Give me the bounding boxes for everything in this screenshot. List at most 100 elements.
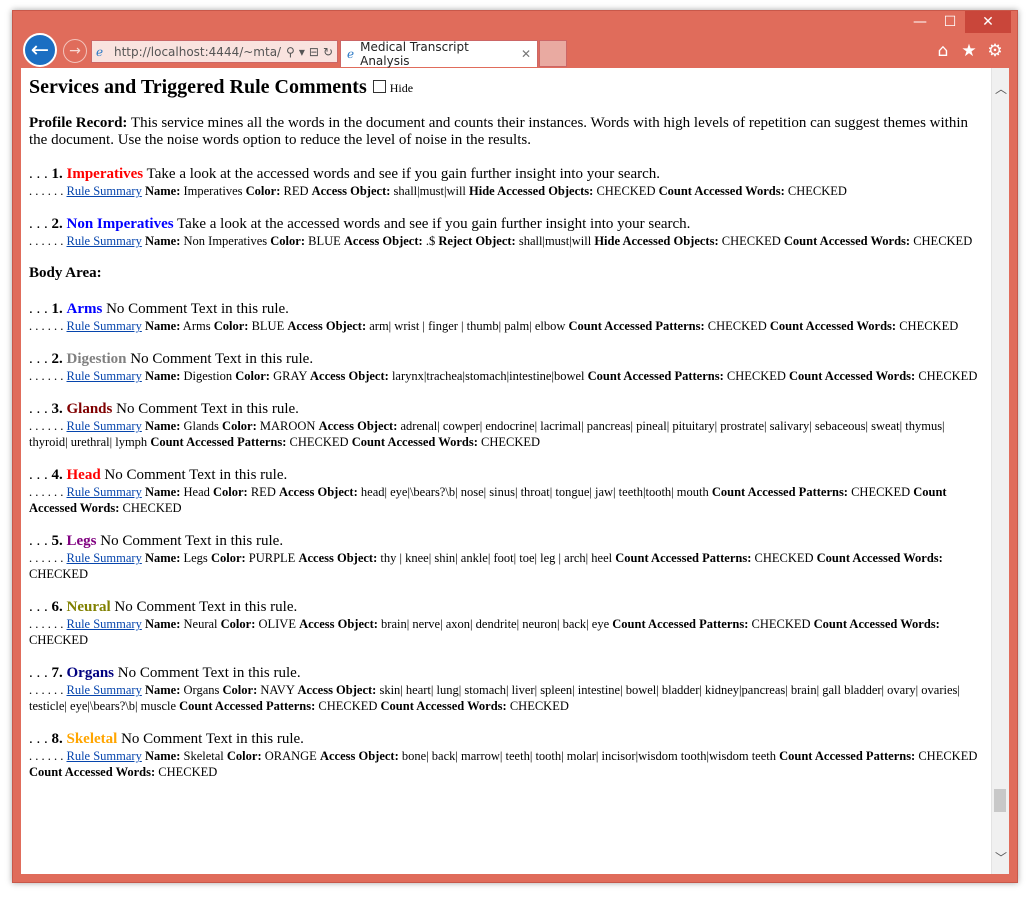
detail-label: Hide Accessed Objects: bbox=[594, 234, 719, 248]
rule-name: Neural bbox=[66, 599, 111, 615]
ie-logo-icon: ℯ bbox=[96, 44, 104, 59]
rule-detail: . . . . . . Rule Summary Name: Legs Colo… bbox=[29, 550, 983, 582]
detail-value: CHECKED bbox=[286, 435, 352, 449]
detail-label: Count Accessed Patterns: bbox=[612, 617, 749, 631]
tab-close-icon[interactable]: ✕ bbox=[521, 47, 531, 61]
detail-prefix: . . . . . . bbox=[29, 234, 67, 248]
detail-label: Name: bbox=[144, 749, 181, 763]
compat-view-icon[interactable]: ⊟ bbox=[309, 45, 319, 59]
detail-value: PURPLE bbox=[245, 551, 299, 565]
rule-summary-link[interactable]: Rule Summary bbox=[67, 234, 142, 248]
detail-label: Name: bbox=[144, 234, 181, 248]
detail-value: BLUE bbox=[305, 234, 344, 248]
search-icon[interactable]: ⚲ bbox=[286, 45, 295, 59]
ie-tab-icon: ℯ bbox=[347, 47, 355, 61]
detail-label: Count Accessed Words: bbox=[351, 435, 478, 449]
rule-detail: . . . . . . Rule Summary Name: Skeletal … bbox=[29, 748, 983, 780]
detail-label: Count Accessed Words: bbox=[816, 551, 943, 565]
rule-prefix: . . . bbox=[29, 533, 52, 549]
page-title: Services and Triggered Rule Comments Hide bbox=[29, 76, 983, 99]
back-icon[interactable]: ← bbox=[23, 33, 57, 67]
detail-label: Access Object: bbox=[318, 419, 398, 433]
detail-value: head| eye|\bears?\b| nose| sinus| throat… bbox=[357, 485, 712, 499]
rule-summary-link[interactable]: Rule Summary bbox=[67, 617, 142, 631]
dropdown-icon[interactable]: ▾ bbox=[299, 45, 305, 59]
detail-value: bone| back| marrow| teeth| tooth| molar|… bbox=[398, 749, 780, 763]
rule-summary-link[interactable]: Rule Summary bbox=[67, 319, 142, 333]
detail-value: CHECKED bbox=[748, 617, 814, 631]
detail-label: Name: bbox=[144, 419, 181, 433]
favorites-icon[interactable]: ★ bbox=[959, 41, 979, 61]
profile-description: This service mines all the words in the … bbox=[29, 115, 969, 148]
detail-value: NAVY bbox=[257, 683, 298, 697]
rule-number: 2. bbox=[51, 216, 63, 232]
close-window-button[interactable]: ✕ bbox=[965, 11, 1011, 33]
rule-prefix: . . . bbox=[29, 216, 52, 232]
detail-value: CHECKED bbox=[910, 234, 973, 248]
rule-prefix: . . . bbox=[29, 665, 52, 681]
maximize-button[interactable]: ☐ bbox=[935, 11, 965, 33]
detail-value: CHECKED bbox=[704, 319, 770, 333]
rule-comment: No Comment Text in this rule. bbox=[112, 401, 299, 417]
new-tab-button[interactable] bbox=[539, 40, 567, 67]
detail-value: CHECKED bbox=[477, 435, 541, 449]
rule-summary-link[interactable]: Rule Summary bbox=[67, 419, 142, 433]
detail-value: RED bbox=[247, 485, 279, 499]
settings-icon[interactable]: ⚙ bbox=[985, 41, 1005, 61]
home-icon[interactable]: ⌂ bbox=[933, 41, 953, 61]
rule-summary-link[interactable]: Rule Summary bbox=[67, 485, 142, 499]
scrollbar-thumb[interactable] bbox=[994, 789, 1006, 812]
address-bar[interactable]: ℯ http://localhost:4444/~mta/ ⚲ ▾ ⊟ ↻ bbox=[91, 40, 338, 63]
detail-prefix: . . . . . . bbox=[29, 369, 67, 383]
rule-summary-link[interactable]: Rule Summary bbox=[67, 749, 142, 763]
hide-checkbox[interactable] bbox=[372, 79, 386, 93]
rule-detail: . . . . . . Rule Summary Name: Non Imper… bbox=[29, 233, 983, 249]
detail-value: CHECKED bbox=[29, 633, 89, 647]
detail-value: .$ bbox=[422, 234, 439, 248]
forward-icon[interactable]: → bbox=[63, 39, 87, 63]
refresh-icon[interactable]: ↻ bbox=[323, 45, 333, 59]
vertical-scrollbar[interactable]: ︿ ﹀ bbox=[991, 68, 1009, 874]
browser-tab[interactable]: ℯ Medical Transcript Analysis ✕ bbox=[340, 40, 538, 68]
detail-label: Count Accessed Words: bbox=[783, 234, 911, 248]
rule-summary-link[interactable]: Rule Summary bbox=[67, 551, 142, 565]
rule-title: . . . 4. Head No Comment Text in this ru… bbox=[29, 466, 983, 484]
rule-name: Glands bbox=[66, 401, 113, 417]
detail-label: Count Accessed Words: bbox=[29, 765, 156, 779]
detail-value: CHECKED bbox=[506, 699, 569, 713]
address-text[interactable]: http://localhost:4444/~mta/ bbox=[114, 45, 286, 59]
detail-value: larynx|trachea|stomach|intestine|bowel bbox=[388, 369, 588, 383]
detail-value: CHECKED bbox=[29, 567, 89, 581]
detail-label: Reject Object: bbox=[438, 234, 516, 248]
rule-number: 5. bbox=[51, 533, 63, 549]
rule-summary-link[interactable]: Rule Summary bbox=[67, 184, 142, 198]
detail-value: CHECKED bbox=[315, 699, 381, 713]
detail-value: Digestion bbox=[180, 369, 236, 383]
detail-prefix: . . . . . . bbox=[29, 617, 67, 631]
detail-prefix: . . . . . . bbox=[29, 551, 67, 565]
detail-label: Access Object: bbox=[297, 683, 377, 697]
page-content: Services and Triggered Rule Comments Hide… bbox=[21, 68, 991, 874]
detail-label: Count Accessed Patterns: bbox=[587, 369, 724, 383]
scroll-up-icon[interactable]: ︿ bbox=[995, 80, 1007, 97]
rule-title: . . . 2. Digestion No Comment Text in th… bbox=[29, 350, 983, 368]
scroll-down-icon[interactable]: ﹀ bbox=[995, 849, 1007, 866]
detail-value: OLIVE bbox=[255, 617, 300, 631]
rule-summary-link[interactable]: Rule Summary bbox=[67, 369, 142, 383]
detail-label: Name: bbox=[144, 551, 181, 565]
detail-value: Arms bbox=[180, 319, 214, 333]
detail-label: Color: bbox=[222, 683, 258, 697]
detail-label: Color: bbox=[245, 184, 281, 198]
minimize-button[interactable]: — bbox=[905, 11, 935, 33]
detail-label: Color: bbox=[235, 369, 270, 383]
detail-value: ORANGE bbox=[261, 749, 320, 763]
rule-comment: No Comment Text in this rule. bbox=[110, 599, 298, 615]
detail-label: Name: bbox=[144, 184, 181, 198]
detail-label: Access Object: bbox=[310, 369, 389, 383]
rule-summary-link[interactable]: Rule Summary bbox=[67, 683, 142, 697]
browser-window: — ☐ ✕ ← → ℯ http://localhost:4444/~mta/ … bbox=[12, 10, 1018, 883]
detail-prefix: . . . . . . bbox=[29, 683, 67, 697]
detail-label: Count Accessed Patterns: bbox=[179, 699, 316, 713]
window-controls: — ☐ ✕ bbox=[905, 11, 1011, 33]
detail-prefix: . . . . . . bbox=[29, 319, 67, 333]
